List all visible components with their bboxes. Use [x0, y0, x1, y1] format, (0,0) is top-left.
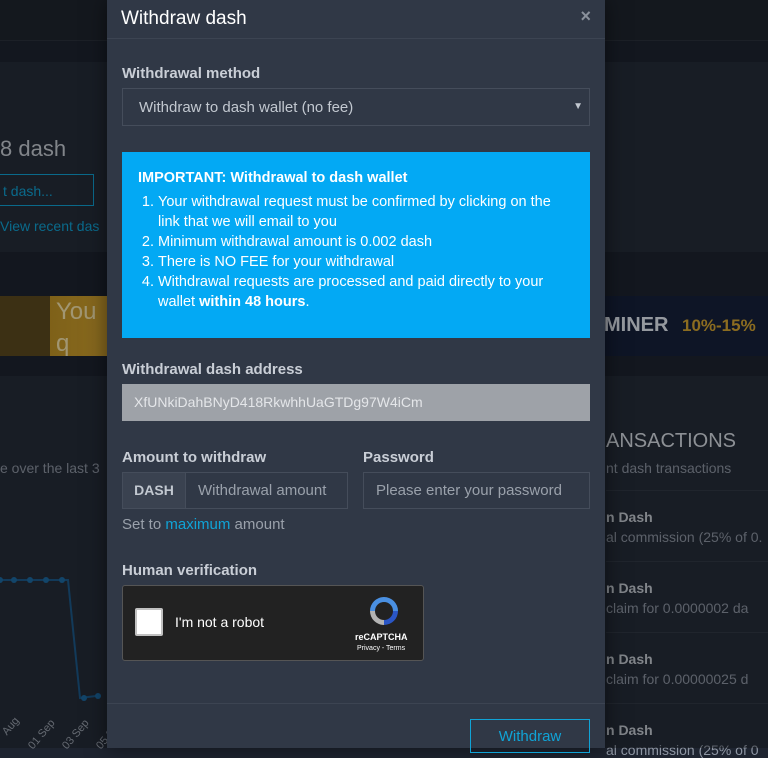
- close-icon[interactable]: ×: [580, 6, 591, 27]
- modal-header: Withdraw dash ×: [107, 0, 605, 39]
- notice-title: IMPORTANT: Withdrawal to dash wallet: [138, 170, 408, 186]
- address-input[interactable]: XfUNkiDahBNyD418RkwhhUaGTDg97W4iCm: [122, 384, 590, 421]
- password-field[interactable]: Please enter your password: [363, 472, 590, 509]
- currency-addon: DASH: [123, 473, 186, 508]
- notice-item: Minimum withdrawal amount is 0.002 dash: [158, 232, 574, 252]
- captcha-brand: reCAPTCHA: [355, 632, 408, 642]
- method-value: Withdraw to dash wallet (no fee): [139, 99, 354, 116]
- notice-list: Your withdrawal request must be confirme…: [138, 192, 574, 312]
- modal-title: Withdraw dash: [121, 8, 247, 29]
- amount-label: Amount to withdraw: [122, 449, 267, 466]
- address-label: Withdrawal dash address: [122, 361, 303, 378]
- method-label: Withdrawal method: [122, 65, 261, 82]
- dropdown-arrow-icon: ▼: [573, 101, 583, 112]
- captcha-terms-link[interactable]: Privacy - Terms: [357, 645, 405, 652]
- amount-input-group: DASH Withdrawal amount: [122, 472, 348, 509]
- notice-item: Withdrawal requests are processed and pa…: [158, 272, 574, 312]
- set-max-suffix: amount: [230, 516, 285, 533]
- notice-item: There is NO FEE for your withdrawal: [158, 252, 574, 272]
- verification-label: Human verification: [122, 562, 258, 579]
- maximum-link[interactable]: maximum: [165, 516, 230, 533]
- password-label: Password: [363, 449, 434, 466]
- notice-item-end: .: [305, 294, 310, 310]
- recaptcha-widget: I'm not a robot reCAPTCHA Privacy - Term…: [122, 585, 424, 661]
- notice-item-bold: within 48 hours: [199, 294, 306, 310]
- notice-item: Your withdrawal request must be confirme…: [158, 192, 574, 232]
- captcha-text: I'm not a robot: [175, 614, 265, 630]
- method-select[interactable]: Withdraw to dash wallet (no fee) ▼: [122, 88, 590, 126]
- set-max-prefix: Set to: [122, 516, 166, 533]
- captcha-checkbox[interactable]: [135, 608, 163, 636]
- amount-input[interactable]: Withdrawal amount: [198, 482, 326, 499]
- withdraw-modal: Withdraw dash × Withdrawal method Withdr…: [107, 0, 605, 753]
- important-notice: IMPORTANT: Withdrawal to dash wallet You…: [122, 152, 590, 338]
- recaptcha-icon: [370, 597, 398, 625]
- password-placeholder: Please enter your password: [376, 482, 562, 499]
- set-max-text: Set to maximum amount: [122, 516, 285, 533]
- modal-footer: Withdraw: [107, 703, 605, 753]
